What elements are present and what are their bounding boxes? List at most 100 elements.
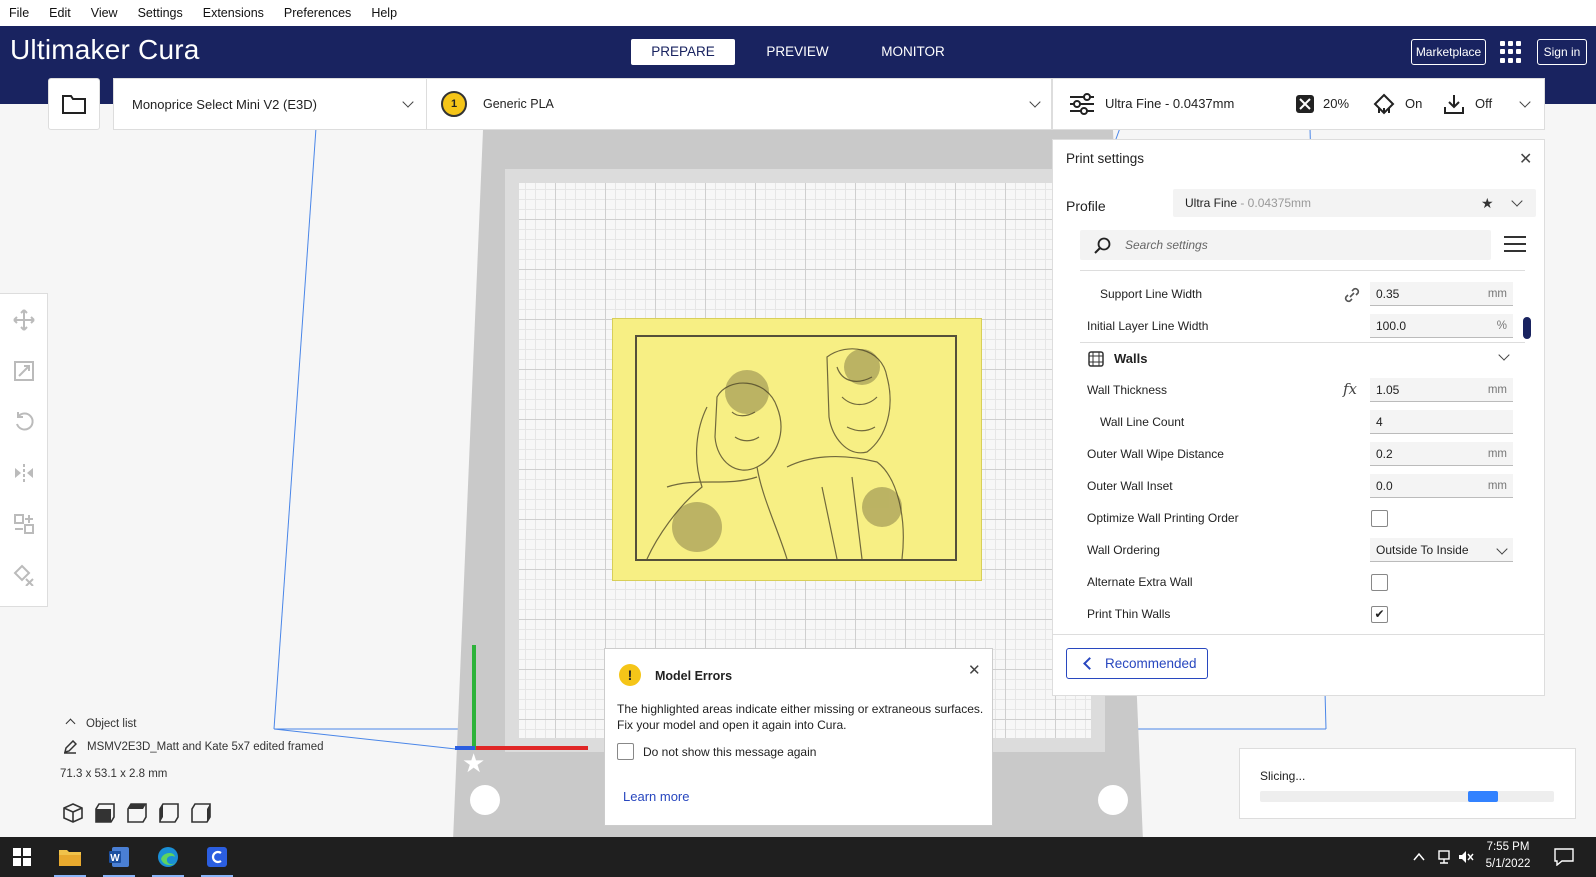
setting-row-initial-layer-line-width: Initial Layer Line Width 100.0% — [1053, 310, 1533, 342]
object-list-header[interactable]: Object list — [60, 718, 137, 730]
profile-label: Profile — [1066, 198, 1106, 214]
origin-star-icon: ★ — [462, 748, 486, 778]
support-line-width-input[interactable]: 0.35 mm — [1370, 282, 1513, 306]
wall-ordering-select[interactable]: Outside To Inside — [1370, 538, 1513, 562]
menu-settings[interactable]: Settings — [138, 6, 183, 20]
menu-view[interactable]: View — [91, 6, 118, 20]
settings-list: Support Line Width 0.35 mm Initial Layer … — [1053, 270, 1546, 623]
tab-preview[interactable]: PREVIEW — [760, 39, 835, 65]
word-icon[interactable]: W — [97, 837, 141, 877]
windows-start-icon[interactable] — [0, 837, 44, 877]
menu-file[interactable]: File — [9, 6, 29, 20]
wall-line-count-input[interactable]: 4 — [1370, 410, 1513, 434]
menu-help[interactable]: Help — [371, 6, 397, 20]
chevron-down-icon — [1496, 543, 1508, 555]
link-icon[interactable] — [1343, 286, 1361, 304]
setting-row-outer-wall-wipe-distance: Outer Wall Wipe Distance 0.2 mm — [1053, 438, 1533, 470]
front-view-icon[interactable] — [94, 802, 118, 826]
menu-preferences[interactable]: Preferences — [284, 6, 351, 20]
hamburger-menu-icon[interactable] — [1504, 236, 1526, 254]
print-settings-panel: Print settings ✕ Profile Ultra Fine - 0.… — [1052, 139, 1545, 696]
walls-category-header[interactable]: Walls — [1080, 342, 1525, 374]
model-lithophane[interactable] — [612, 318, 982, 581]
notifications-icon[interactable] — [1554, 848, 1574, 866]
infill-icon — [1296, 95, 1314, 113]
star-icon[interactable]: ★ — [1481, 189, 1494, 217]
search-input[interactable]: Search settings — [1080, 230, 1491, 260]
outer-wall-inset-input[interactable]: 0.0 mm — [1370, 474, 1513, 498]
apps-grid-icon[interactable] — [1500, 41, 1522, 63]
object-dimensions: 71.3 x 53.1 x 2.8 mm — [60, 768, 168, 780]
move-icon[interactable] — [12, 308, 36, 332]
right-view-icon[interactable] — [190, 802, 214, 826]
setting-row-wall-ordering: Wall Ordering Outside To Inside — [1053, 534, 1533, 566]
menu-edit[interactable]: Edit — [49, 6, 71, 20]
outer-wall-wipe-distance-input[interactable]: 0.2 mm — [1370, 442, 1513, 466]
initial-layer-line-width-input[interactable]: 100.0% — [1370, 314, 1513, 338]
folder-open-icon — [62, 95, 86, 114]
marketplace-button[interactable]: Marketplace — [1411, 39, 1486, 65]
optimize-wall-order-checkbox[interactable] — [1371, 510, 1388, 527]
mirror-icon[interactable] — [12, 461, 36, 485]
slicing-panel: Slicing... — [1239, 748, 1576, 819]
per-model-settings-icon[interactable] — [12, 512, 36, 536]
learn-more-link[interactable]: Learn more — [623, 789, 689, 804]
print-settings-summary[interactable]: Ultra Fine - 0.0437mm 20% On Off — [1052, 78, 1545, 130]
setting-row-optimize-wall-printing-order: Optimize Wall Printing Order — [1053, 502, 1533, 534]
setting-row-wall-line-count: Wall Line Count 4 — [1053, 406, 1533, 438]
scale-icon[interactable] — [12, 359, 36, 383]
sign-in-button[interactable]: Sign in — [1537, 39, 1587, 65]
do-not-show-checkbox[interactable] — [617, 743, 634, 760]
model-portrait-relief — [646, 348, 904, 560]
network-icon[interactable] — [1436, 849, 1452, 865]
menu-bar: File Edit View Settings Extensions Prefe… — [0, 0, 1596, 26]
system-clock[interactable]: 7:55 PM 5/1/2022 — [1473, 839, 1543, 873]
volume-muted-icon[interactable] — [1458, 849, 1474, 865]
material-name: Generic PLA — [483, 97, 554, 111]
adhesion-icon — [1444, 95, 1464, 114]
x-axis — [476, 746, 588, 750]
setting-row-outer-wall-inset: Outer Wall Inset 0.0 mm — [1053, 470, 1533, 502]
message-title: Model Errors — [655, 669, 733, 683]
print-thin-walls-checkbox[interactable]: ✔ — [1371, 606, 1388, 623]
cura-icon[interactable] — [195, 837, 239, 877]
close-icon[interactable]: ✕ — [968, 661, 981, 679]
printer-selector[interactable]: Monoprice Select Mini V2 (E3D) — [113, 78, 426, 130]
slicing-label: Slicing... — [1260, 769, 1306, 783]
y-axis — [472, 645, 476, 750]
chevron-down-icon — [1498, 349, 1510, 361]
profile-summary: Ultra Fine - 0.0437mm — [1105, 96, 1235, 111]
open-file-button[interactable] — [48, 78, 100, 130]
alternate-extra-wall-checkbox[interactable] — [1371, 574, 1388, 591]
material-selector[interactable]: 1 Generic PLA — [426, 78, 1052, 130]
tab-prepare[interactable]: PREPARE — [631, 39, 735, 65]
tab-monitor[interactable]: MONITOR — [873, 39, 953, 65]
support-blocker-icon[interactable] — [12, 563, 36, 587]
slicing-progress-bar — [1260, 791, 1554, 802]
left-view-icon[interactable] — [158, 802, 182, 826]
plate-clip-right — [1098, 785, 1128, 815]
printer-name: Monoprice Select Mini V2 (E3D) — [132, 96, 317, 112]
close-icon[interactable]: ✕ — [1519, 149, 1532, 169]
chevron-up-icon — [65, 718, 76, 729]
svg-text:W: W — [110, 853, 120, 864]
setting-row-alternate-extra-wall: Alternate Extra Wall — [1053, 566, 1533, 598]
wall-thickness-input[interactable]: 1.05 mm — [1370, 378, 1513, 402]
walls-icon — [1088, 351, 1104, 367]
file-explorer-icon[interactable] — [48, 837, 92, 877]
3d-view-icon[interactable] — [62, 802, 86, 826]
plate-clip-left — [470, 785, 500, 815]
top-view-icon[interactable] — [126, 802, 150, 826]
object-list-item[interactable]: MSMV2E3D_Matt and Kate 5x7 edited framed — [60, 739, 324, 754]
model-errors-message: ! Model Errors ✕ The highlighted areas i… — [604, 648, 993, 826]
tool-panel — [0, 293, 48, 607]
profile-selector[interactable]: Ultra Fine - 0.04375mm ★ — [1173, 189, 1536, 217]
function-icon[interactable]: fx — [1343, 380, 1357, 398]
recommended-button[interactable]: Recommended — [1066, 648, 1208, 679]
chevron-left-icon — [1083, 657, 1096, 670]
settings-scrollbar[interactable] — [1523, 317, 1531, 339]
menu-extensions[interactable]: Extensions — [203, 6, 264, 20]
chevron-up-tray-icon[interactable] — [1412, 850, 1426, 864]
edge-icon[interactable] — [146, 837, 190, 877]
rotate-icon[interactable] — [12, 410, 36, 434]
